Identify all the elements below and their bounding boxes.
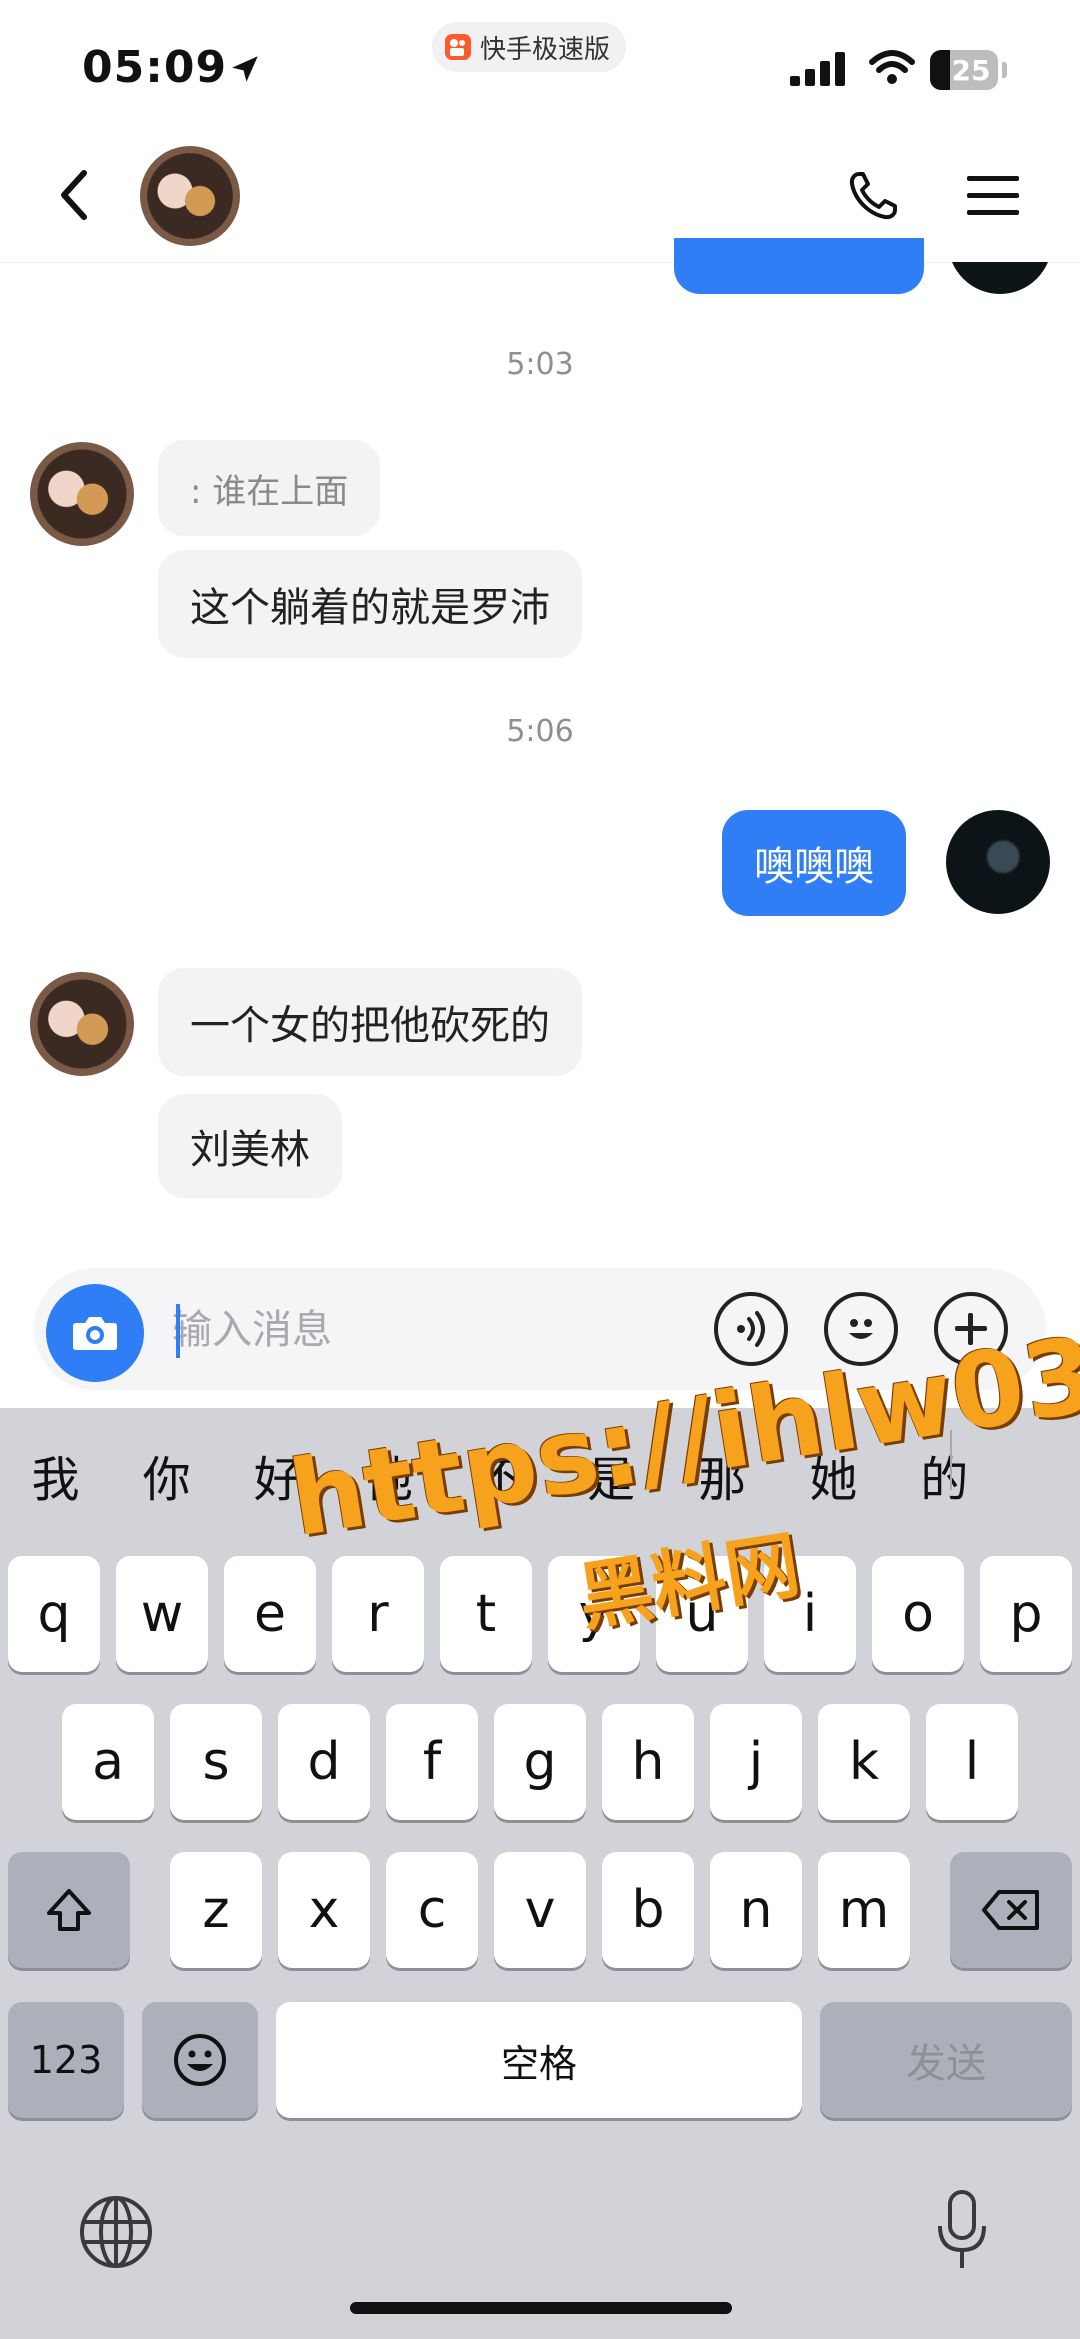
key-s[interactable]: s	[170, 1704, 262, 1820]
globe-icon[interactable]	[78, 2194, 154, 2270]
key-h[interactable]: h	[602, 1704, 694, 1820]
backspace-key[interactable]	[950, 1852, 1072, 1968]
numbers-key[interactable]: 123	[8, 2002, 124, 2118]
key-p[interactable]: p	[980, 1556, 1072, 1672]
shift-arrow-icon	[47, 1889, 91, 1931]
battery-indicator: 25	[930, 50, 998, 90]
candidate-word[interactable]: 我	[0, 1430, 111, 1530]
contact-avatar[interactable]	[30, 442, 134, 546]
contact-avatar[interactable]	[30, 972, 134, 1076]
camera-icon	[73, 1317, 117, 1350]
app-name: 快手极速版	[480, 34, 611, 65]
key-b[interactable]: b	[602, 1852, 694, 1968]
chevron-left-icon[interactable]	[50, 165, 100, 225]
key-a[interactable]: a	[62, 1704, 154, 1820]
kuaishou-logo-icon	[445, 34, 471, 60]
timestamp: 5:03	[506, 347, 574, 382]
home-indicator[interactable]	[350, 2302, 732, 2314]
key-o[interactable]: o	[872, 1556, 964, 1672]
key-r[interactable]: r	[332, 1556, 424, 1672]
battery-tip	[1002, 62, 1007, 78]
candidate-word[interactable]: 你	[111, 1430, 222, 1530]
hamburger-menu-icon[interactable]	[965, 172, 1021, 220]
text-caret	[176, 1304, 180, 1358]
location-arrow-icon	[232, 56, 258, 82]
emoji-key[interactable]	[142, 2002, 258, 2118]
microphone-icon[interactable]	[934, 2188, 990, 2274]
key-l[interactable]: l	[926, 1704, 1018, 1820]
space-key[interactable]: 空格	[276, 2002, 802, 2118]
scrolled-message-bubble[interactable]	[674, 238, 924, 294]
incoming-message[interactable]: 一个女的把他砍死的	[158, 968, 582, 1076]
key-v[interactable]: v	[494, 1852, 586, 1968]
key-k[interactable]: k	[818, 1704, 910, 1820]
wifi-icon	[869, 50, 915, 84]
shift-key[interactable]	[8, 1852, 130, 1968]
outgoing-message[interactable]: 噢噢噢	[722, 810, 906, 916]
key-m[interactable]: m	[818, 1852, 910, 1968]
incoming-message[interactable]: 这个躺着的就是罗沛	[158, 550, 582, 658]
my-avatar[interactable]	[946, 810, 1050, 914]
key-j[interactable]: j	[710, 1704, 802, 1820]
key-t[interactable]: t	[440, 1556, 532, 1672]
emoji-face-icon	[174, 2034, 226, 2086]
send-key[interactable]: 发送	[820, 2002, 1072, 2118]
key-f[interactable]: f	[386, 1704, 478, 1820]
timestamp: 5:06	[506, 714, 574, 749]
key-z[interactable]: z	[170, 1852, 262, 1968]
key-e[interactable]: e	[224, 1556, 316, 1672]
incoming-message[interactable]: 刘美林	[158, 1094, 342, 1198]
voice-button[interactable]	[714, 1292, 788, 1366]
message-input[interactable]	[172, 1296, 672, 1364]
status-time: 05:09	[82, 42, 228, 93]
key-q[interactable]: q	[8, 1556, 100, 1672]
key-g[interactable]: g	[494, 1704, 586, 1820]
key-c[interactable]: c	[386, 1852, 478, 1968]
key-n[interactable]: n	[710, 1852, 802, 1968]
camera-button[interactable]	[46, 1284, 144, 1382]
key-x[interactable]: x	[278, 1852, 370, 1968]
key-w[interactable]: w	[116, 1556, 208, 1672]
quoted-reply[interactable]: : 谁在上面	[158, 440, 381, 536]
key-d[interactable]: d	[278, 1704, 370, 1820]
voice-waves-icon	[737, 1311, 765, 1347]
smiley-icon	[849, 1319, 873, 1339]
back-to-app-pill[interactable]: 快手极速版	[432, 22, 627, 72]
contact-avatar[interactable]	[140, 146, 240, 246]
backspace-icon	[982, 1890, 1039, 1930]
cellular-signal-icon	[790, 52, 845, 86]
phone-icon[interactable]	[845, 168, 901, 224]
